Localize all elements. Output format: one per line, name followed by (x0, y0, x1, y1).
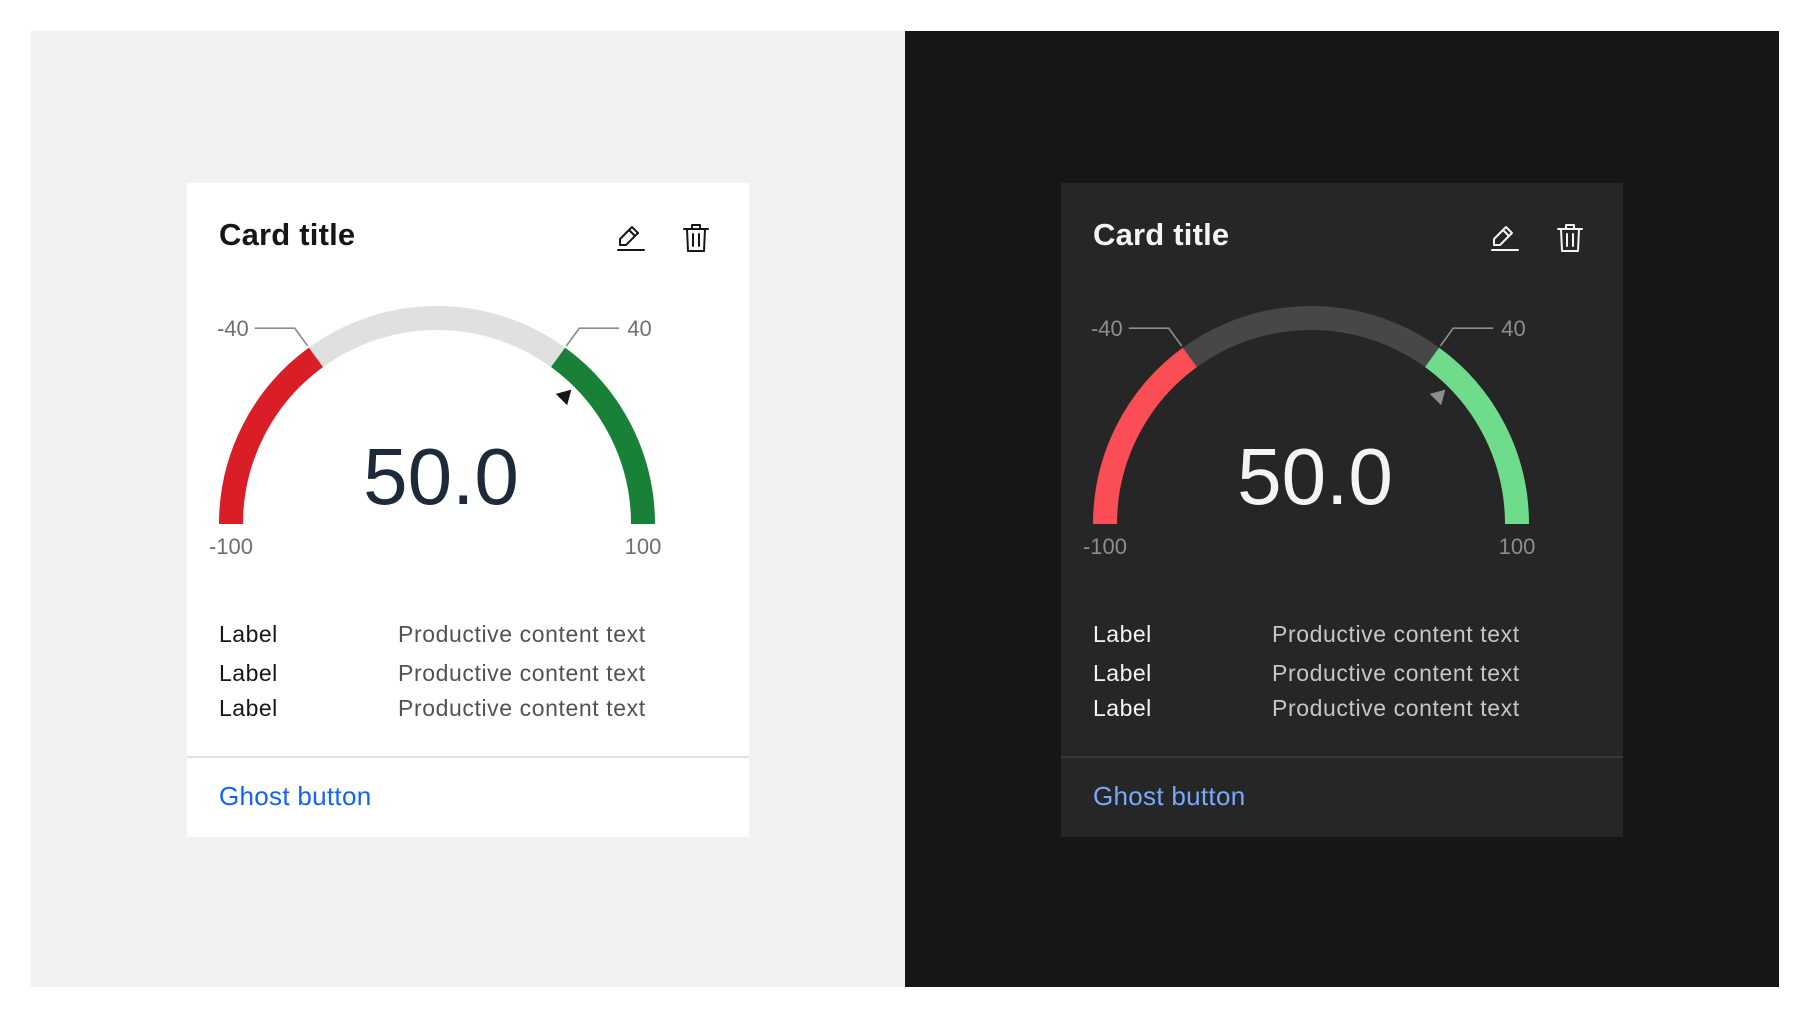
detail-label: Label (219, 695, 278, 721)
light-theme-panel: Card title -40 40 -100 100 50.0 Label Produc… (31, 31, 905, 987)
gauge: -40 40 -100 100 50.0 (1083, 306, 1536, 559)
detail-row: Label Productive content text (1093, 695, 1593, 725)
gauge-high-threshold-label: 40 (627, 316, 651, 341)
gauge-high-arc (550, 347, 655, 525)
gauge-high-threshold-leader (565, 327, 620, 347)
detail-label: Label (1093, 660, 1152, 686)
gauge-low-threshold-leader (1128, 327, 1183, 347)
gauge-low-threshold-label: -40 (217, 316, 249, 341)
gauge: -40 40 -100 100 50.0 (209, 306, 662, 559)
detail-row: Label Productive content text (219, 695, 719, 725)
edit-button[interactable] (614, 221, 648, 255)
detail-label: Label (219, 621, 278, 647)
gauge-min-label: -100 (209, 534, 253, 559)
gauge-low-threshold-leader (254, 327, 309, 347)
detail-label: Label (219, 660, 278, 686)
card-divider (1061, 756, 1623, 758)
dark-theme-panel: Card title -40 40 -100 100 50.0 Label Produc… (905, 31, 1779, 987)
gauge-low-arc (219, 347, 324, 525)
gauge-max-label: 100 (1499, 534, 1536, 559)
trash-icon (1557, 224, 1583, 252)
detail-label: Label (1093, 695, 1152, 721)
delete-button[interactable] (1553, 221, 1587, 255)
edit-button[interactable] (1488, 221, 1522, 255)
delete-button[interactable] (679, 221, 713, 255)
detail-value: Productive content text (398, 660, 646, 686)
gauge-high-threshold-label: 40 (1501, 316, 1525, 341)
detail-value: Productive content text (398, 695, 646, 721)
gauge-card: Card title -40 40 -100 100 50.0 Label Produc… (1061, 183, 1623, 837)
gauge-low-threshold-label: -40 (1091, 316, 1123, 341)
pencil-icon (617, 226, 645, 251)
ghost-button[interactable]: Ghost button (1093, 781, 1245, 812)
detail-row: Label Productive content text (219, 660, 719, 690)
gauge-high-threshold-leader (1439, 327, 1494, 347)
card-title: Card title (1093, 217, 1230, 252)
gauge-low-arc (1093, 347, 1198, 525)
card-divider (187, 756, 749, 758)
gauge-value-marker (1429, 389, 1446, 406)
detail-row: Label Productive content text (1093, 660, 1593, 690)
gauge-card: Card title -40 40 -100 100 50.0 Label Produc… (187, 183, 749, 837)
detail-row: Label Productive content text (1093, 621, 1593, 651)
gauge-value-marker (555, 389, 572, 406)
detail-label: Label (1093, 621, 1152, 647)
gauge-neutral-arc (1182, 306, 1440, 368)
detail-value: Productive content text (398, 621, 646, 647)
trash-icon (683, 224, 709, 252)
detail-value: Productive content text (1272, 660, 1520, 686)
gauge-value: 50.0 (1237, 432, 1393, 521)
detail-row: Label Productive content text (219, 621, 719, 651)
gauge-min-label: -100 (1083, 534, 1127, 559)
pencil-icon (1491, 226, 1519, 251)
gauge-value: 50.0 (363, 432, 519, 521)
card-title: Card title (219, 217, 356, 252)
detail-value: Productive content text (1272, 695, 1520, 721)
detail-value: Productive content text (1272, 621, 1520, 647)
gauge-max-label: 100 (625, 534, 662, 559)
ghost-button[interactable]: Ghost button (219, 781, 371, 812)
gauge-neutral-arc (308, 306, 566, 368)
gauge-high-arc (1424, 347, 1529, 525)
